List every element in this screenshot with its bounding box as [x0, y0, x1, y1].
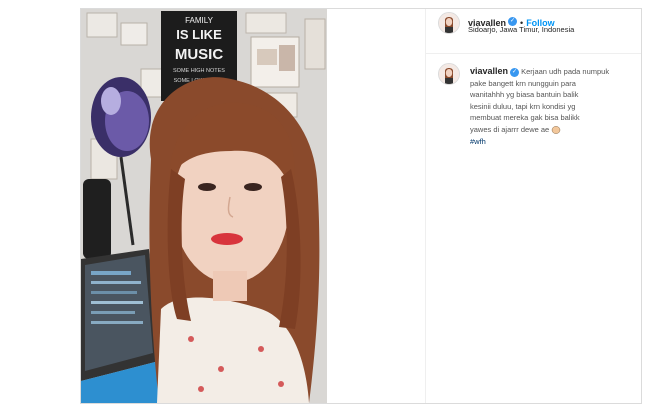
caption-line: viavallen ✓ Kerjaan udh pada numpuk — [470, 66, 638, 78]
caption-line: yawes di ajarrr dewe ae — [470, 124, 638, 136]
avatar-image — [439, 64, 459, 84]
caption-avatar[interactable] — [438, 63, 460, 85]
caption-username[interactable]: viavallen — [470, 66, 508, 76]
verified-badge-icon: ✓ — [510, 67, 520, 77]
avatar-image — [439, 13, 459, 33]
caption-text-line-3: wanitahhh yg biasa bantuin balik — [470, 90, 579, 100]
post-header: viavallen ✓ • Follow Sidoarjo, Jawa Timur, … — [426, 9, 641, 54]
post-location[interactable]: Sidoarjo, Jawa Timur, Indonesia — [468, 25, 574, 34]
post-sidebar: viavallen ✓ • Follow Sidoarjo, Jawa Timur, … — [425, 9, 641, 403]
caption-text-line-6: yawes di ajarrr dewe ae — [470, 124, 550, 134]
hashtag-link[interactable]: #wfh — [470, 136, 638, 148]
poster-line-2: IS LIKE — [176, 27, 222, 42]
post-photo[interactable]: FAMILY IS LIKE MUSIC SOME HIGH NOTES SOM… — [81, 9, 327, 403]
selfie-illustration: FAMILY IS LIKE MUSIC SOME HIGH NOTES SOM… — [81, 9, 327, 403]
poster-line-4: SOME HIGH NOTES — [173, 68, 225, 74]
instagram-post: FAMILY IS LIKE MUSIC SOME HIGH NOTES SOM… — [80, 8, 642, 404]
caption-text-line-1: Kerjaan udh pada numpuk — [521, 67, 610, 76]
caption-text-line-2: pake bangett krn nungguin para — [470, 78, 576, 88]
author-avatar[interactable] — [438, 12, 460, 34]
caption-text-line-5: membuat mereka gak bisa balikk — [470, 113, 580, 123]
poster-line-3: MUSIC — [175, 46, 224, 63]
poster-line-1: FAMILY — [185, 16, 214, 25]
clap-icon — [552, 126, 561, 135]
post-caption: viavallen ✓ Kerjaan udh pada numpuk pake … — [470, 66, 638, 147]
caption-text-line-4: kesinii duluu, tapi krn kondisi yg — [470, 101, 576, 111]
clapping-hands-emoji — [551, 125, 561, 135]
